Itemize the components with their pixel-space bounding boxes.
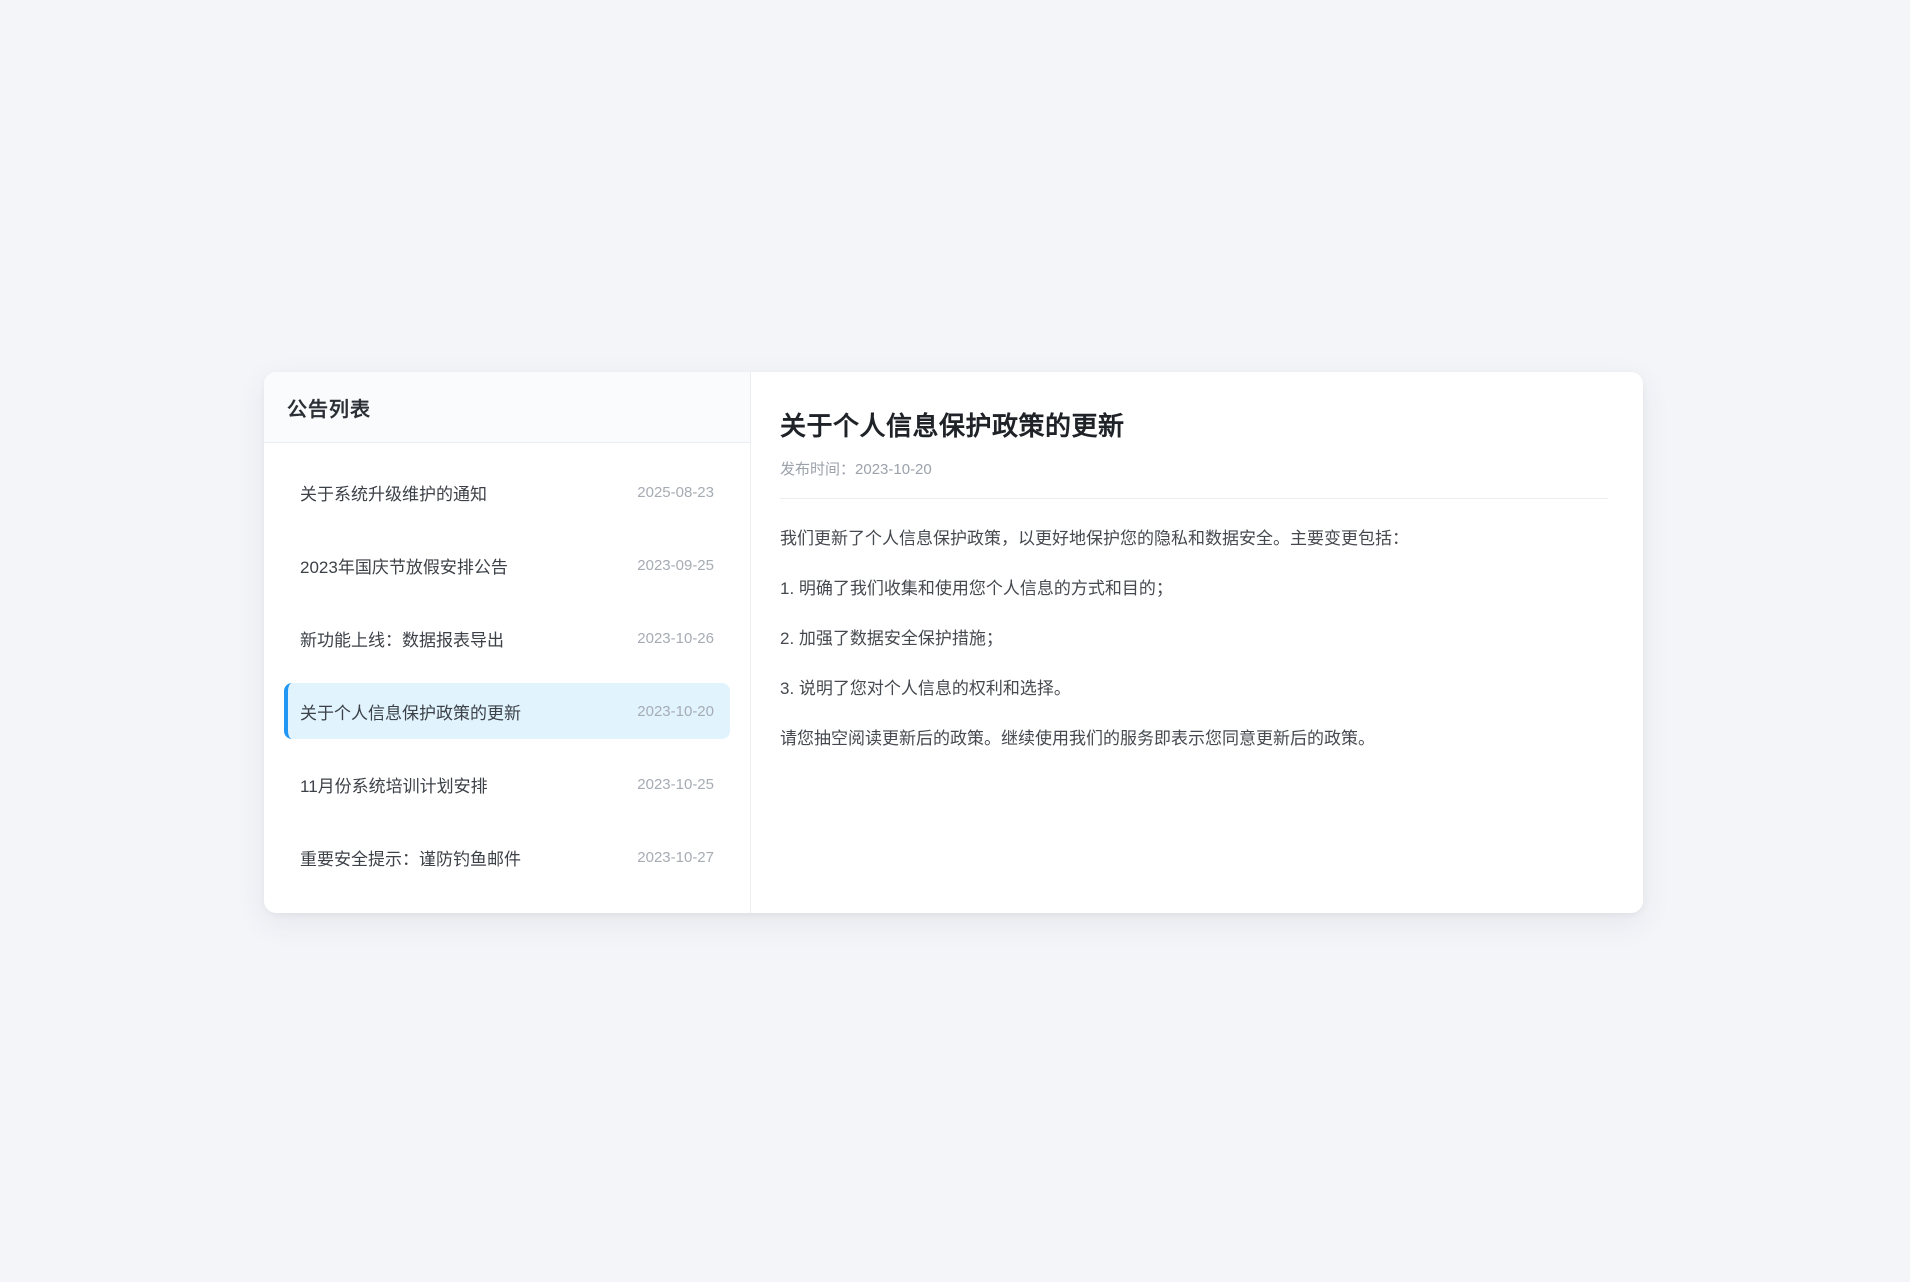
announcement-item-date: 2023-10-20	[637, 703, 714, 720]
announcement-detail: 关于个人信息保护政策的更新 发布时间：2023-10-20 我们更新了个人信息保…	[751, 372, 1643, 913]
announcement-item-date: 2023-10-25	[637, 776, 714, 793]
publish-date-label: 发布时间：	[780, 461, 855, 478]
detail-title: 关于个人信息保护政策的更新	[780, 406, 1608, 443]
announcement-item-date: 2023-09-25	[637, 557, 714, 574]
announcement-sidebar: 公告列表 关于系统升级维护的通知 2025-08-23 2023年国庆节放假安排…	[264, 372, 751, 913]
detail-body: 我们更新了个人信息保护政策，以更好地保护您的隐私和数据安全。主要变更包括： 1. …	[780, 526, 1608, 751]
announcement-list-item-4[interactable]: 11月份系统培训计划安排 2023-10-25	[284, 756, 730, 812]
announcement-list-item-2[interactable]: 新功能上线：数据报表导出 2023-10-26	[284, 610, 730, 666]
announcement-list-item-1[interactable]: 2023年国庆节放假安排公告 2023-09-25	[284, 537, 730, 593]
detail-divider	[780, 498, 1608, 499]
announcement-list: 关于系统升级维护的通知 2025-08-23 2023年国庆节放假安排公告 20…	[264, 443, 750, 902]
announcement-item-title: 2023年国庆节放假安排公告	[300, 553, 508, 578]
announcement-item-date: 2023-10-26	[637, 630, 714, 647]
announcement-item-title: 11月份系统培训计划安排	[300, 772, 488, 797]
sidebar-header: 公告列表	[264, 372, 750, 443]
announcement-list-item-5[interactable]: 重要安全提示：谨防钓鱼邮件 2023-10-27	[284, 829, 730, 885]
detail-paragraph: 2. 加强了数据安全保护措施；	[780, 626, 1608, 651]
detail-paragraph: 3. 说明了您对个人信息的权利和选择。	[780, 676, 1608, 701]
announcement-item-title: 关于系统升级维护的通知	[300, 480, 487, 505]
sidebar-title: 公告列表	[287, 393, 371, 422]
detail-paragraph: 我们更新了个人信息保护政策，以更好地保护您的隐私和数据安全。主要变更包括：	[780, 526, 1608, 551]
announcement-item-date: 2023-10-27	[637, 849, 714, 866]
detail-paragraph: 1. 明确了我们收集和使用您个人信息的方式和目的；	[780, 576, 1608, 601]
announcement-item-title: 关于个人信息保护政策的更新	[300, 699, 521, 724]
detail-paragraph: 请您抽空阅读更新后的政策。继续使用我们的服务即表示您同意更新后的政策。	[780, 726, 1608, 751]
publish-date: 发布时间：2023-10-20	[780, 458, 1608, 479]
announcement-item-title: 新功能上线：数据报表导出	[300, 626, 504, 651]
announcement-card: 公告列表 关于系统升级维护的通知 2025-08-23 2023年国庆节放假安排…	[264, 372, 1643, 913]
announcement-item-date: 2025-08-23	[637, 484, 714, 501]
publish-date-value: 2023-10-20	[855, 461, 932, 478]
announcement-item-title: 重要安全提示：谨防钓鱼邮件	[300, 845, 521, 870]
announcement-list-item-3[interactable]: 关于个人信息保护政策的更新 2023-10-20	[284, 683, 730, 739]
announcement-list-item-0[interactable]: 关于系统升级维护的通知 2025-08-23	[284, 464, 730, 520]
